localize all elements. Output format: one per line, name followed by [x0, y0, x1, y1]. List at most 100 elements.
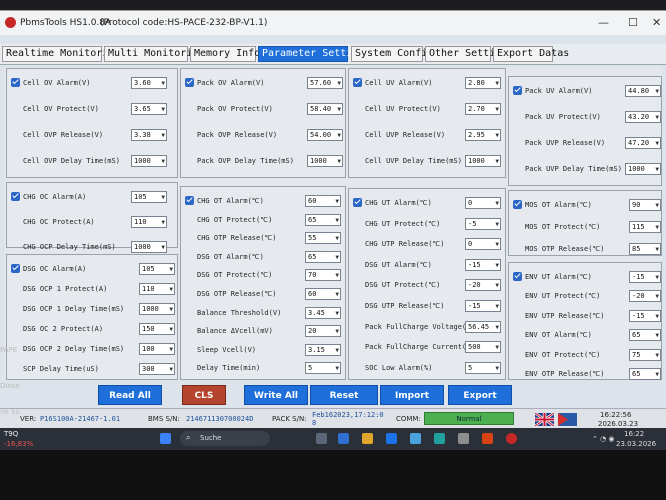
tab-realtime-monitoring[interactable]: Realtime Monitoring — [2, 46, 120, 62]
chevron-down-icon[interactable]: ▼ — [335, 290, 339, 300]
pbmstools-taskbar-icon[interactable] — [506, 433, 517, 444]
export-button[interactable]: Export — [448, 385, 512, 405]
param-value-select[interactable]: 55 ▼ — [305, 232, 341, 245]
param-value-select[interactable]: 65 ▼ — [629, 368, 661, 380]
minimize-button[interactable]: — — [598, 16, 609, 29]
group-enable-checkbox[interactable] — [11, 192, 20, 201]
chevron-down-icon[interactable]: ▼ — [169, 265, 173, 275]
chevron-down-icon[interactable]: ▼ — [655, 139, 659, 149]
param-value-select[interactable]: 54.00 ▼ — [307, 129, 343, 141]
param-value-select[interactable]: 1000 ▼ — [465, 155, 501, 167]
param-value-select[interactable]: 75 ▼ — [629, 348, 661, 361]
chevron-down-icon[interactable]: ▼ — [337, 131, 341, 141]
tray-icons[interactable]: ⌃ ◔ ◉ — [592, 435, 615, 443]
chevron-down-icon[interactable]: ▼ — [495, 364, 499, 374]
param-value-select[interactable]: 3.15 ▼ — [305, 343, 341, 356]
language-flag-icon[interactable] — [558, 413, 577, 426]
tab-export-datas[interactable]: Export Datas — [493, 46, 569, 62]
edge-icon[interactable] — [434, 433, 445, 444]
param-value-select[interactable]: 500 ▼ — [465, 341, 501, 354]
chevron-down-icon[interactable]: ▼ — [335, 197, 339, 207]
start-icon[interactable] — [160, 433, 171, 444]
chevron-down-icon[interactable]: ▼ — [495, 281, 499, 291]
param-value-select[interactable]: 105 ▼ — [139, 263, 175, 275]
chevron-down-icon[interactable]: ▼ — [335, 327, 339, 337]
chevron-down-icon[interactable]: ▼ — [655, 370, 659, 380]
chevron-down-icon[interactable]: ▼ — [495, 323, 499, 333]
param-value-select[interactable]: 70 ▼ — [305, 269, 341, 282]
param-value-select[interactable]: 60 ▼ — [305, 288, 341, 300]
chevron-down-icon[interactable]: ▼ — [655, 292, 659, 302]
param-value-select[interactable]: 0 ▼ — [465, 197, 501, 209]
import-button[interactable]: Import — [380, 385, 444, 405]
param-value-select[interactable]: 1000 ▼ — [131, 155, 167, 167]
param-value-select[interactable]: -5 ▼ — [465, 217, 501, 230]
param-value-select[interactable]: 43.20 ▼ — [625, 111, 661, 123]
chevron-down-icon[interactable]: ▼ — [495, 105, 499, 115]
chevron-down-icon[interactable]: ▼ — [161, 218, 165, 228]
param-value-select[interactable]: -15 ▼ — [629, 271, 661, 283]
chevron-down-icon[interactable]: ▼ — [161, 79, 165, 89]
group-enable-checkbox[interactable] — [353, 78, 362, 87]
param-value-select[interactable]: 56.45 ▼ — [465, 320, 501, 333]
param-value-select[interactable]: -15 ▼ — [465, 300, 501, 312]
app-icon-3[interactable] — [482, 433, 493, 444]
chevron-down-icon[interactable]: ▼ — [655, 113, 659, 123]
param-value-select[interactable]: -20 ▼ — [629, 290, 661, 303]
chevron-down-icon[interactable]: ▼ — [655, 201, 659, 211]
chevron-down-icon[interactable]: ▼ — [335, 346, 339, 356]
param-value-select[interactable]: 58.40 ▼ — [307, 103, 343, 115]
tab-parameter-setting[interactable]: Parameter Setting — [258, 46, 364, 62]
chevron-down-icon[interactable]: ▼ — [335, 271, 339, 281]
param-value-select[interactable]: 110 ▼ — [139, 283, 175, 295]
param-value-select[interactable]: 300 ▼ — [139, 363, 175, 375]
param-value-select[interactable]: 0 ▼ — [465, 238, 501, 251]
chevron-down-icon[interactable]: ▼ — [655, 351, 659, 361]
group-enable-checkbox[interactable] — [11, 264, 20, 273]
chevron-down-icon[interactable]: ▼ — [337, 157, 341, 167]
param-value-select[interactable]: 65 ▼ — [305, 213, 341, 226]
chevron-down-icon[interactable]: ▼ — [161, 105, 165, 115]
param-value-select[interactable]: 3.45 ▼ — [305, 306, 341, 319]
chevron-down-icon[interactable]: ▼ — [495, 302, 499, 312]
chevron-down-icon[interactable]: ▼ — [495, 199, 499, 209]
chevron-down-icon[interactable]: ▼ — [161, 131, 165, 141]
store-icon[interactable] — [386, 433, 397, 444]
param-value-select[interactable]: 150 ▼ — [139, 323, 175, 335]
chevron-down-icon[interactable]: ▼ — [161, 243, 165, 253]
param-value-select[interactable]: 2.70 ▼ — [465, 103, 501, 115]
tab-other-setting[interactable]: Other Setting — [425, 46, 507, 62]
read-all-button[interactable]: Read All — [98, 385, 162, 405]
param-value-select[interactable]: 2.80 ▼ — [465, 77, 501, 89]
param-value-select[interactable]: 85 ▼ — [629, 243, 661, 255]
app-icon-2[interactable] — [458, 433, 469, 444]
param-value-select[interactable]: 3.60 ▼ — [131, 77, 167, 89]
chevron-down-icon[interactable]: ▼ — [335, 309, 339, 319]
chevron-down-icon[interactable]: ▼ — [495, 240, 499, 250]
group-enable-checkbox[interactable] — [185, 196, 194, 205]
chevron-down-icon[interactable]: ▼ — [655, 165, 659, 175]
chevron-down-icon[interactable]: ▼ — [495, 79, 499, 89]
chevron-down-icon[interactable]: ▼ — [655, 87, 659, 97]
param-value-select[interactable]: 3.38 ▼ — [131, 129, 167, 141]
param-value-select[interactable]: 1000 ▼ — [139, 303, 175, 315]
param-value-select[interactable]: 5 ▼ — [305, 362, 341, 375]
task-view-icon[interactable] — [316, 433, 327, 444]
chevron-down-icon[interactable]: ▼ — [169, 305, 173, 315]
chevron-down-icon[interactable]: ▼ — [655, 223, 659, 233]
chevron-down-icon[interactable]: ▼ — [335, 364, 339, 374]
chevron-down-icon[interactable]: ▼ — [495, 220, 499, 230]
chevron-down-icon[interactable]: ▼ — [655, 331, 659, 341]
chevron-down-icon[interactable]: ▼ — [169, 325, 173, 335]
chevron-down-icon[interactable]: ▼ — [161, 157, 165, 167]
chevron-down-icon[interactable]: ▼ — [495, 343, 499, 353]
param-value-select[interactable]: -15 ▼ — [629, 309, 661, 322]
chevron-down-icon[interactable]: ▼ — [169, 365, 173, 375]
mail-icon[interactable] — [410, 433, 421, 444]
param-value-select[interactable]: 47.20 ▼ — [625, 137, 661, 149]
chevron-down-icon[interactable]: ▼ — [335, 234, 339, 244]
app-icon-1[interactable] — [338, 433, 349, 444]
param-value-select[interactable]: 1000 ▼ — [131, 241, 167, 253]
close-button[interactable]: ✕ — [652, 16, 661, 29]
param-value-select[interactable]: 5 ▼ — [465, 361, 501, 374]
